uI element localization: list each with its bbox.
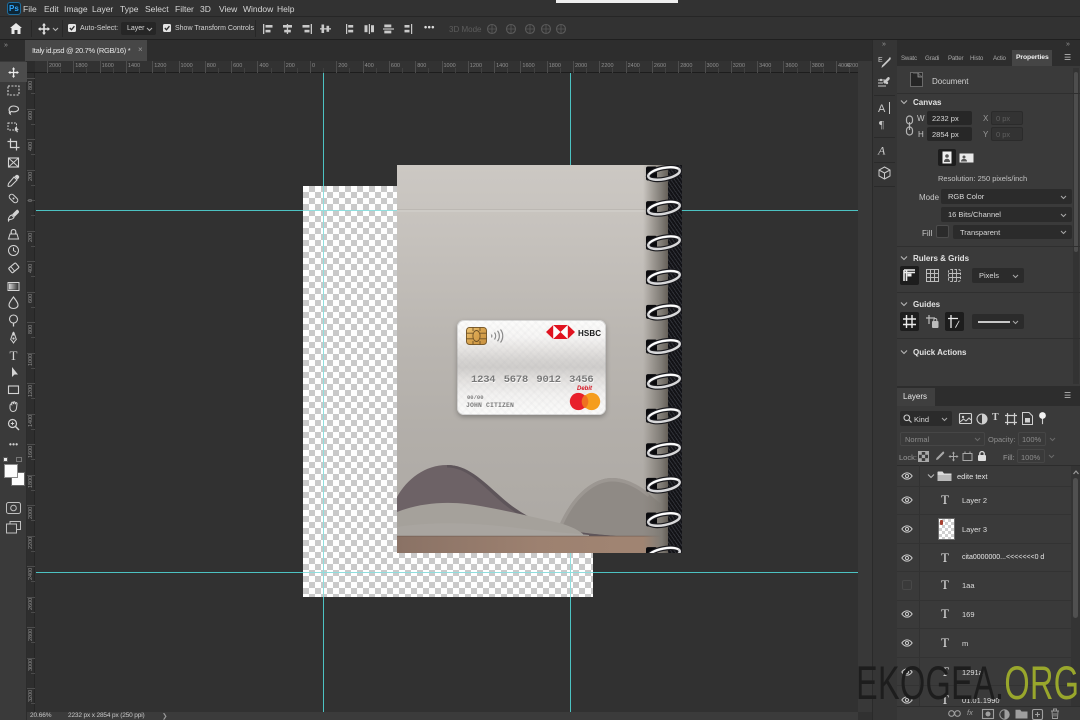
svg-text:¶: ¶	[879, 119, 884, 131]
svg-text:T: T	[10, 348, 18, 363]
svg-text:A: A	[878, 103, 886, 115]
svg-text:E: E	[878, 57, 883, 64]
svg-text:A: A	[877, 144, 886, 158]
